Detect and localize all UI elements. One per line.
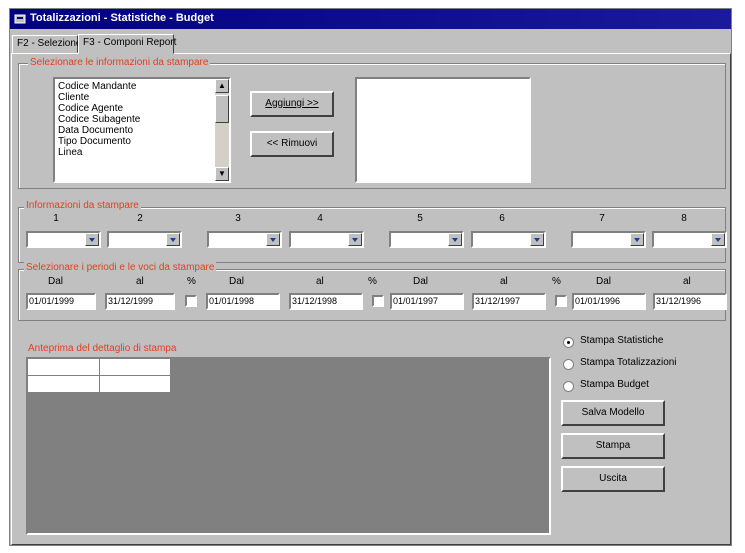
- info-dropdown-7[interactable]: [571, 231, 646, 248]
- print-button[interactable]: Stampa: [561, 433, 665, 459]
- date-from-field[interactable]: 01/01/1999: [26, 293, 96, 310]
- from-label: Dal: [413, 276, 429, 287]
- percent-checkbox[interactable]: [185, 295, 197, 307]
- grid-cell[interactable]: [28, 359, 100, 376]
- dropdown-arrow-icon[interactable]: [85, 233, 99, 246]
- tab-componi-report-label: F3 - Componi Report: [83, 37, 177, 48]
- print-button-label: Stampa: [595, 440, 631, 451]
- column-number: 8: [681, 213, 687, 224]
- percent-checkbox[interactable]: [555, 295, 567, 307]
- periods-legend: Selezionare i periodi e le voci da stamp…: [24, 262, 217, 273]
- date-from-field[interactable]: 01/01/1996: [572, 293, 646, 310]
- list-item[interactable]: Tipo Documento: [56, 136, 212, 147]
- from-label: Dal: [48, 276, 64, 287]
- date-to-field[interactable]: 31/12/1998: [289, 293, 363, 310]
- exit-button[interactable]: Uscita: [561, 466, 665, 492]
- grid-cell[interactable]: [100, 376, 171, 393]
- preview-grid[interactable]: [26, 357, 551, 535]
- percent-checkbox[interactable]: [372, 295, 384, 307]
- from-label: Dal: [596, 276, 612, 287]
- percent-label: %: [552, 276, 561, 287]
- dropdown-arrow-icon[interactable]: [530, 233, 544, 246]
- to-label: al: [316, 276, 324, 287]
- list-item[interactable]: Cliente: [56, 92, 212, 103]
- selected-fields-list[interactable]: [355, 77, 531, 183]
- main-window: Totalizzazioni - Statistiche - Budget F2…: [9, 8, 732, 546]
- to-label: al: [136, 276, 144, 287]
- list-item[interactable]: Data Documento: [56, 125, 212, 136]
- radio-stampa-totalizzazioni-label[interactable]: Stampa Totalizzazioni: [580, 357, 677, 368]
- radio-stampa-statistiche[interactable]: [563, 337, 574, 348]
- from-label: Dal: [229, 276, 245, 287]
- remove-button[interactable]: << Rimuovi: [250, 131, 334, 157]
- scroll-down-arrow-icon[interactable]: ▼: [215, 167, 229, 181]
- print-info-legend: Informazioni da stampare: [24, 200, 141, 211]
- window-title: Totalizzazioni - Statistiche - Budget: [30, 12, 214, 24]
- app-icon: [14, 14, 26, 24]
- percent-label: %: [368, 276, 377, 287]
- remove-button-label: << Rimuovi: [266, 138, 318, 149]
- info-dropdown-1[interactable]: [26, 231, 101, 248]
- add-button-label: Aggiungi >>: [265, 98, 319, 109]
- dropdown-arrow-icon[interactable]: [630, 233, 644, 246]
- dropdown-arrow-icon[interactable]: [448, 233, 462, 246]
- column-number: 6: [499, 213, 505, 224]
- list-item[interactable]: Linea: [56, 147, 212, 158]
- info-dropdown-6[interactable]: [471, 231, 546, 248]
- percent-label: %: [187, 276, 196, 287]
- info-dropdown-2[interactable]: [107, 231, 182, 248]
- date-to-field[interactable]: 31/12/1999: [105, 293, 175, 310]
- scroll-thumb[interactable]: [215, 95, 229, 123]
- date-to-field[interactable]: 31/12/1997: [472, 293, 546, 310]
- info-dropdown-4[interactable]: [289, 231, 364, 248]
- column-number: 4: [317, 213, 323, 224]
- dropdown-arrow-icon[interactable]: [166, 233, 180, 246]
- grid-cell[interactable]: [100, 359, 171, 376]
- dropdown-arrow-icon[interactable]: [711, 233, 725, 246]
- to-label: al: [683, 276, 691, 287]
- column-number: 1: [53, 213, 59, 224]
- column-number: 2: [137, 213, 143, 224]
- date-to-field[interactable]: 31/12/1996: [653, 293, 727, 310]
- dropdown-arrow-icon[interactable]: [348, 233, 362, 246]
- radio-stampa-statistiche-label[interactable]: Stampa Statistiche: [580, 335, 663, 346]
- available-fields-list[interactable]: Codice Mandante Cliente Codice Agente Co…: [53, 77, 231, 183]
- preview-label: Anteprima del dettaglio di stampa: [28, 343, 177, 354]
- add-button[interactable]: Aggiungi >>: [250, 91, 334, 117]
- column-number: 5: [417, 213, 423, 224]
- tab-selezione[interactable]: F2 - Selezione: [12, 35, 82, 53]
- date-from-field[interactable]: 01/01/1998: [206, 293, 280, 310]
- column-number: 7: [599, 213, 605, 224]
- radio-stampa-totalizzazioni[interactable]: [563, 359, 574, 370]
- info-dropdown-8[interactable]: [652, 231, 727, 248]
- list-item[interactable]: Codice Mandante: [56, 81, 212, 92]
- list-scrollbar[interactable]: ▲ ▼: [215, 79, 229, 181]
- info-dropdown-5[interactable]: [389, 231, 464, 248]
- info-dropdown-3[interactable]: [207, 231, 282, 248]
- tab-selezione-label: F2 - Selezione: [17, 38, 82, 49]
- radio-stampa-budget[interactable]: [563, 381, 574, 392]
- save-model-button-label: Salva Modello: [581, 407, 645, 418]
- list-item[interactable]: Codice Agente: [56, 103, 212, 114]
- tab-componi-report[interactable]: F3 - Componi Report: [78, 34, 177, 54]
- exit-button-label: Uscita: [599, 473, 627, 484]
- column-number: 3: [235, 213, 241, 224]
- selection-legend: Selezionare le informazioni da stampare: [28, 57, 211, 68]
- to-label: al: [500, 276, 508, 287]
- title-bar[interactable]: Totalizzazioni - Statistiche - Budget: [10, 9, 731, 29]
- scroll-up-arrow-icon[interactable]: ▲: [215, 79, 229, 93]
- grid-cell[interactable]: [28, 376, 100, 393]
- list-item[interactable]: Codice Subagente: [56, 114, 212, 125]
- dropdown-arrow-icon[interactable]: [266, 233, 280, 246]
- date-from-field[interactable]: 01/01/1997: [390, 293, 464, 310]
- save-model-button[interactable]: Salva Modello: [561, 400, 665, 426]
- radio-stampa-budget-label[interactable]: Stampa Budget: [580, 379, 649, 390]
